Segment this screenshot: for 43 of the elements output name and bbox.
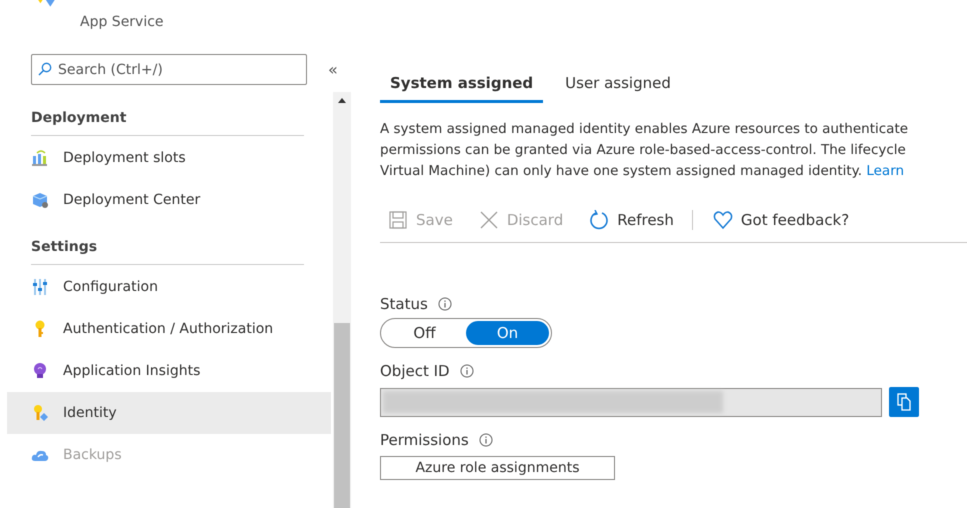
nav-item[interactable]: Authentication / Authorization — [7, 308, 331, 350]
search-field[interactable]: Search (Ctrl+/) — [31, 54, 307, 85]
collapse-button[interactable]: « — [325, 60, 341, 79]
nav-item[interactable]: Application Insights — [7, 350, 331, 392]
section-heading: Deployment — [31, 102, 304, 136]
save-icon — [388, 210, 408, 230]
scroll-thumb[interactable] — [334, 323, 350, 508]
scrollbar[interactable] — [333, 92, 351, 508]
learn-more-link[interactable]: Learn — [866, 163, 904, 179]
field-label: Object ID — [380, 362, 450, 380]
role-assignments-button[interactable]: Azure role assignments — [380, 456, 615, 480]
lightbulb-icon — [31, 362, 49, 380]
info-icon[interactable] — [478, 433, 493, 447]
toggle-option[interactable]: Off — [383, 321, 466, 345]
slots-icon — [31, 149, 49, 167]
field-label: Status — [380, 295, 428, 313]
key-icon — [31, 404, 49, 422]
description-text: A system assigned managed identity enables Azure resources to authenticate permissions can be granted via Azure role-based-access-control. The lifecycle Virtual Machine) can only have one system assigned managed identity. Learn — [380, 120, 910, 181]
object-id-field[interactable] — [380, 388, 882, 416]
section-heading: Settings — [31, 231, 304, 265]
sliders-icon — [31, 278, 49, 296]
box-icon — [31, 191, 49, 209]
info-icon[interactable] — [460, 364, 474, 378]
field-label: Permissions — [380, 431, 469, 449]
scroll-up-arrow[interactable] — [338, 98, 346, 103]
nav-item[interactable]: Configuration — [7, 266, 331, 308]
copy-icon — [896, 393, 912, 411]
tab[interactable]: System assigned — [380, 71, 544, 103]
info-icon[interactable] — [438, 297, 452, 311]
on-off-toggle[interactable]: Off On — [380, 318, 552, 348]
toolbar-button[interactable]: Refresh — [581, 206, 680, 234]
nav-item[interactable]: Deployment Center — [7, 179, 331, 221]
heart-icon — [712, 210, 733, 230]
copy-button[interactable] — [889, 387, 919, 417]
refresh-icon — [589, 210, 610, 230]
search-icon — [38, 62, 52, 76]
nav-item[interactable]: Deployment slots — [7, 137, 331, 179]
toolbar-button[interactable]: Got feedback? — [704, 206, 856, 234]
nav-item[interactable]: Identity — [7, 392, 331, 434]
tab[interactable]: User assigned — [555, 71, 681, 103]
app-title: App Service — [80, 14, 164, 30]
close-icon — [478, 210, 499, 230]
toggle-option[interactable]: On — [466, 321, 549, 345]
